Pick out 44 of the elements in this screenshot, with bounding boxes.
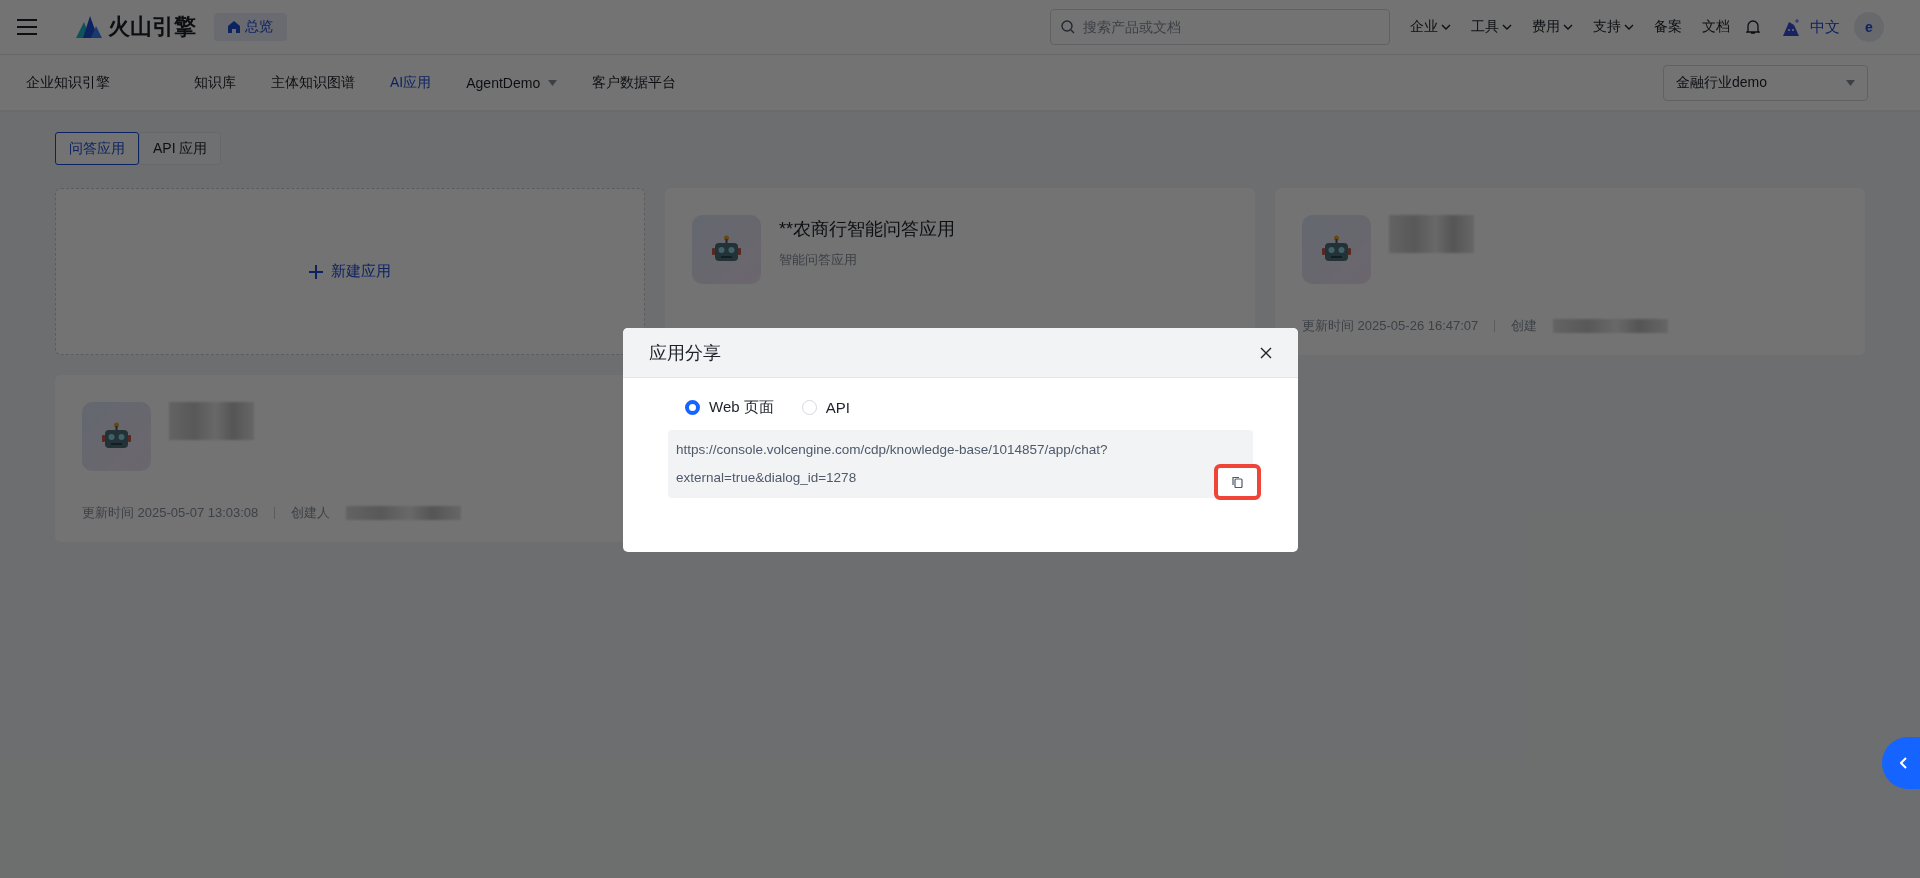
robot-icon [1302, 215, 1371, 284]
robot-icon [692, 215, 761, 284]
brand-name: 火山引擎 [108, 13, 196, 41]
mountain-logo-icon [76, 16, 102, 38]
nav-tab[interactable]: AI应用 [390, 73, 432, 92]
nav-tab[interactable]: 主体知识图谱 [271, 73, 355, 92]
copy-icon [1232, 476, 1243, 488]
share-type-radio[interactable]: Web 页面 [685, 398, 774, 417]
app-title: **农商行智能问答应用 [779, 218, 955, 241]
chevron-down-icon [1563, 23, 1573, 31]
overview-button[interactable]: 总览 [214, 13, 287, 41]
bell-icon[interactable] [1746, 19, 1760, 35]
app-type-tab[interactable]: API 应用 [139, 132, 222, 165]
nav-tab[interactable]: 客户数据平台 [592, 73, 677, 92]
caret-down-icon [548, 79, 558, 86]
app-type-tab[interactable]: 问答应用 [55, 132, 139, 165]
mascot-icon[interactable] [1782, 18, 1800, 36]
home-icon [228, 21, 240, 33]
nav-tab[interactable]: AgentDemo [466, 74, 558, 91]
nav-menu[interactable]: 支持 [1593, 18, 1634, 36]
close-button[interactable] [1260, 346, 1272, 359]
copy-button[interactable] [1214, 464, 1261, 500]
nav-menu[interactable]: 工具 [1471, 18, 1512, 36]
new-app-card[interactable]: 新建应用 [55, 188, 645, 355]
nav-menu[interactable]: 文档 [1702, 18, 1730, 36]
caret-down-icon [1846, 79, 1855, 86]
close-icon [1260, 346, 1272, 359]
menu-icon[interactable] [16, 18, 38, 36]
workspace-select[interactable]: 金融行业demo [1663, 64, 1868, 101]
robot-icon [82, 402, 151, 471]
share-type-radio[interactable]: API [801, 398, 850, 417]
nav-menu[interactable]: 企业 [1410, 18, 1451, 36]
chevron-down-icon [1624, 23, 1634, 31]
user-avatar[interactable]: e [1854, 12, 1884, 42]
product-name: 企业知识引擎 [26, 73, 111, 92]
nav-menu[interactable]: 备案 [1654, 18, 1682, 36]
nav-menu[interactable]: 费用 [1532, 18, 1573, 36]
chevron-down-icon [1502, 23, 1512, 31]
nav-tab[interactable]: 知识库 [194, 73, 236, 92]
chevron-left-icon [1900, 757, 1908, 769]
search-icon [1061, 20, 1075, 34]
language-link[interactable]: 中文 [1810, 17, 1840, 37]
plus-icon [309, 264, 323, 279]
chevron-down-icon [1441, 23, 1451, 31]
